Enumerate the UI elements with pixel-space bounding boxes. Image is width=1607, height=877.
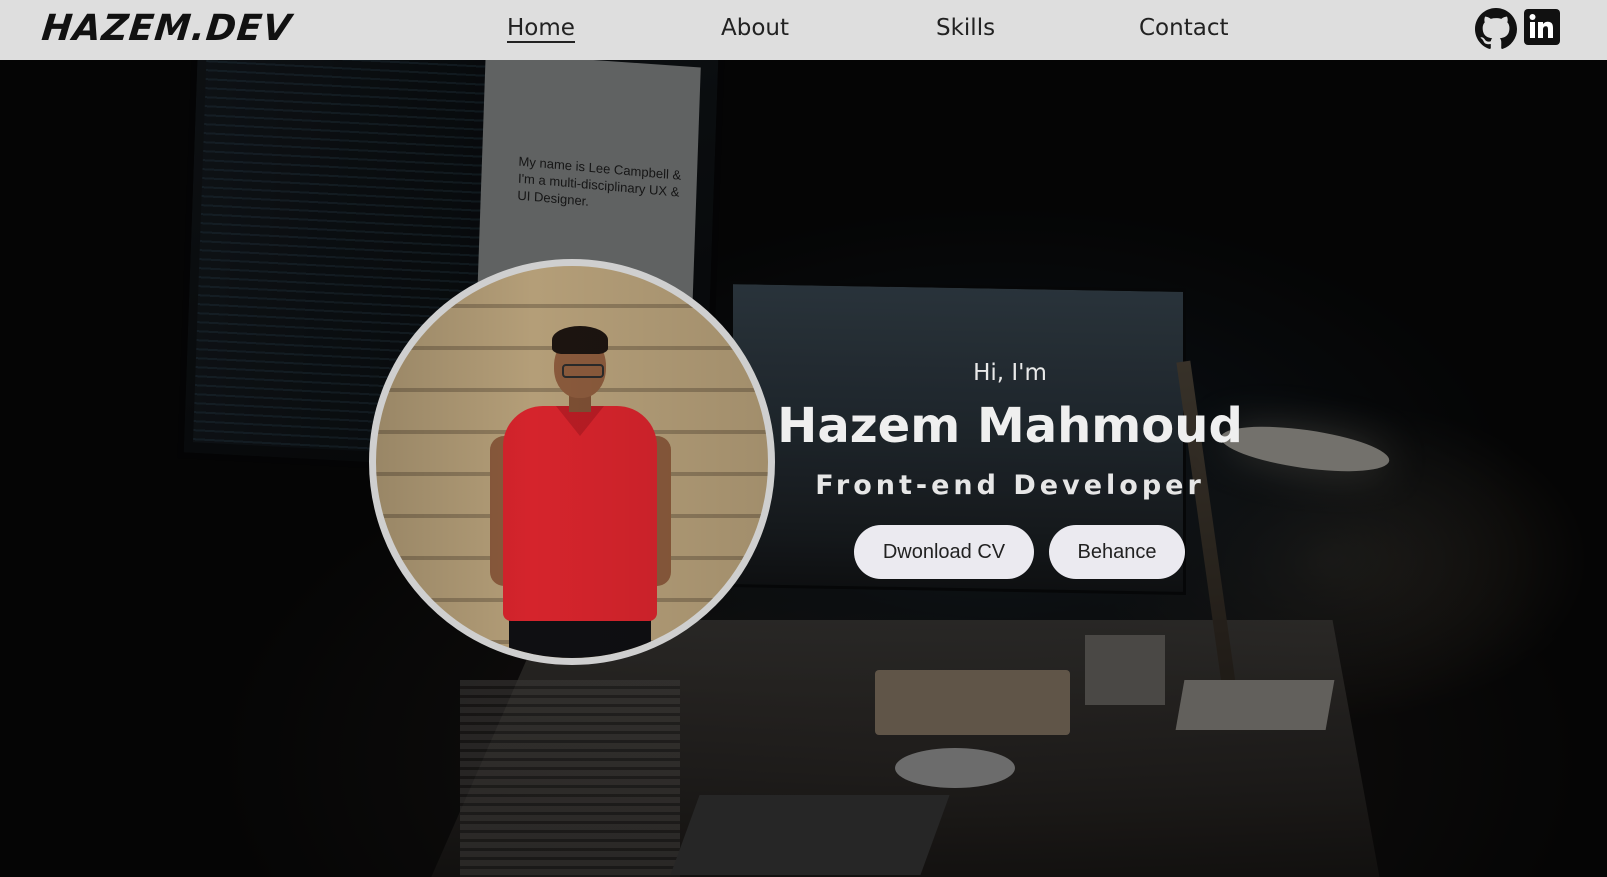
navbar: HAZEM.DEV Home About Skills Contact <box>0 0 1607 60</box>
hero-section: My name is Lee Campbell & I'm a multi-di… <box>0 60 1607 877</box>
dark-overlay <box>0 60 1607 877</box>
hero-role: Front-end Developer <box>815 470 1205 501</box>
github-icon[interactable] <box>1475 8 1517 49</box>
nav-link-contact[interactable]: Contact <box>1139 15 1228 41</box>
profile-photo <box>369 259 775 665</box>
logo[interactable]: HAZEM.DEV <box>40 8 294 49</box>
nav-link-skills[interactable]: Skills <box>936 15 995 41</box>
nav-link-home[interactable]: Home <box>507 15 575 43</box>
behance-button[interactable]: Behance <box>1049 525 1185 579</box>
linkedin-icon[interactable] <box>1523 8 1561 46</box>
nav-link-about[interactable]: About <box>721 15 789 41</box>
download-cv-button[interactable]: Dwonload CV <box>854 525 1034 579</box>
photo-shading <box>376 266 768 658</box>
hero-name: Hazem Mahmoud <box>777 398 1243 454</box>
greeting-text: Hi, I'm <box>973 360 1047 386</box>
